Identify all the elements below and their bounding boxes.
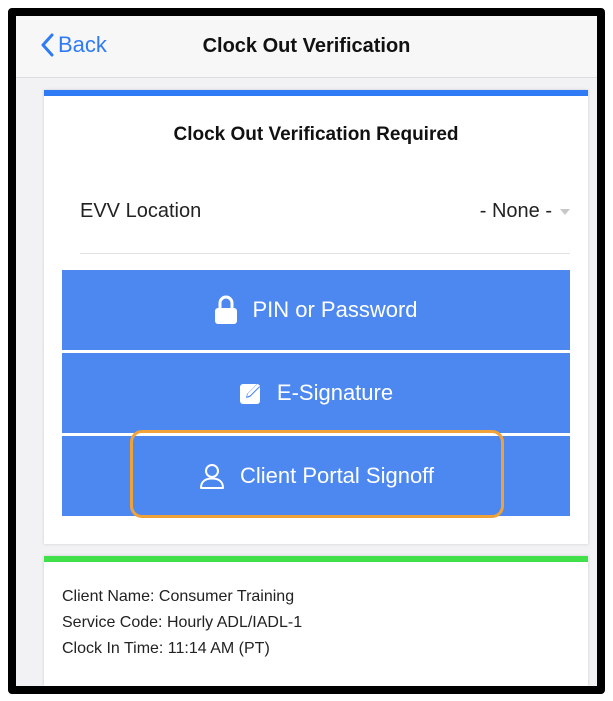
card-title: Clock Out Verification Required (173, 124, 459, 145)
evv-location-label: EVV Location (80, 200, 202, 222)
page-title: Clock Out Verification (202, 35, 411, 57)
lock-icon (214, 295, 238, 325)
visit-info-card: Client Name: Consumer Training Service C… (44, 556, 588, 686)
e-signature-label: E-Signature (276, 380, 394, 405)
evv-location-value: - None - (479, 200, 552, 222)
phone-frame: Back Clock Out Verification Clock Out Ve… (8, 8, 605, 694)
user-icon (198, 462, 226, 490)
e-signature-button[interactable]: E-Signature (62, 353, 570, 433)
evv-location-row: EVV Location - None - (80, 200, 570, 254)
dropdown-caret-icon (560, 208, 570, 215)
client-portal-signoff-button[interactable]: Client Portal Signoff (62, 436, 570, 516)
client-name: Client Name: Consumer Training (62, 588, 295, 605)
service-code: Service Code: Hourly ADL/IADL-1 (62, 614, 303, 631)
evv-location-select[interactable]: - None - (480, 200, 570, 223)
pin-or-password-label: PIN or Password (252, 297, 418, 322)
pin-or-password-button[interactable]: PIN or Password (62, 270, 570, 350)
clock-in-time: Clock In Time: 11:14 AM (PT) (62, 640, 270, 657)
edit-signature-icon (239, 381, 263, 405)
navigation-bar: Back Clock Out Verification (16, 16, 597, 78)
client-portal-signoff-label: Client Portal Signoff (239, 463, 435, 488)
verification-card: Clock Out Verification Required EVV Loca… (44, 90, 588, 544)
